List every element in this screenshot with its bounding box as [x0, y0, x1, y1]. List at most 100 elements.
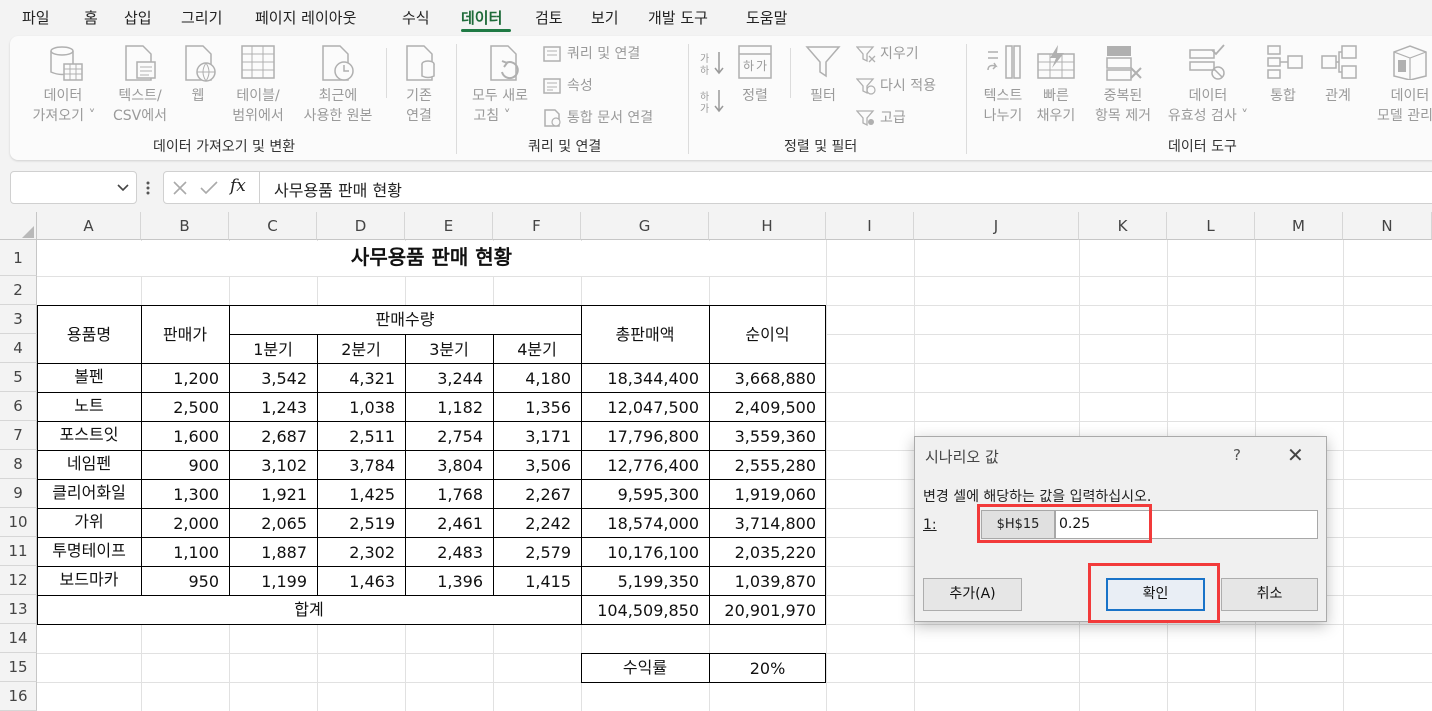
menu-page-layout[interactable]: 페이지 레이아웃: [255, 7, 356, 28]
cell-q4[interactable]: 3,506: [493, 451, 581, 480]
row-header-16[interactable]: 16: [0, 682, 37, 711]
cell-net-profit[interactable]: 3,668,880: [709, 364, 826, 393]
cell-q4[interactable]: 2,242: [493, 509, 581, 538]
cell-q3[interactable]: 3,244: [405, 364, 493, 393]
sheet-title[interactable]: 사무용품 판매 현황: [37, 243, 826, 272]
add-button[interactable]: 추가(A): [923, 578, 1022, 611]
cell-q4[interactable]: 4,180: [493, 364, 581, 393]
header-q4[interactable]: 4분기: [493, 335, 581, 364]
menu-draw[interactable]: 그리기: [181, 7, 222, 28]
cell-price[interactable]: 1,200: [141, 364, 229, 393]
sum-net-profit[interactable]: 20,901,970: [709, 596, 826, 625]
cell-item-name[interactable]: 포스트잇: [37, 420, 141, 449]
header-q2[interactable]: 2분기: [317, 335, 405, 364]
cell-price[interactable]: 2,000: [141, 509, 229, 538]
cell-total-sales[interactable]: 10,176,100: [581, 538, 709, 567]
column-header-b[interactable]: B: [141, 212, 229, 240]
sum-label[interactable]: 합계: [37, 595, 581, 624]
cell-q4[interactable]: 1,356: [493, 393, 581, 422]
menu-review[interactable]: 검토: [535, 7, 563, 28]
cell-q1[interactable]: 1,921: [229, 480, 317, 509]
profit-rate-label[interactable]: 수익률: [581, 653, 709, 682]
cell-item-name[interactable]: 클리어화일: [37, 478, 141, 507]
column-header-n[interactable]: N: [1343, 212, 1432, 240]
cell-q2[interactable]: 3,784: [317, 451, 405, 480]
cell-q3[interactable]: 2,483: [405, 538, 493, 567]
column-header-a[interactable]: A: [37, 212, 141, 240]
header-price[interactable]: 판매가: [141, 320, 229, 349]
cell-price[interactable]: 1,100: [141, 538, 229, 567]
row-header-14[interactable]: 14: [0, 624, 37, 653]
profit-rate-value[interactable]: 20%: [709, 654, 826, 683]
cell-item-name[interactable]: 투명테이프: [37, 536, 141, 565]
cell-item-name[interactable]: 노트: [37, 391, 141, 420]
confirm-formula-icon[interactable]: [200, 180, 218, 196]
cell-net-profit[interactable]: 2,555,280: [709, 451, 826, 480]
cell-total-sales[interactable]: 18,344,400: [581, 364, 709, 393]
cell-item-name[interactable]: 가위: [37, 507, 141, 536]
row-header-15[interactable]: 15: [0, 653, 37, 682]
cell-price[interactable]: 900: [141, 451, 229, 480]
cell-price[interactable]: 1,600: [141, 422, 229, 451]
select-all-corner[interactable]: [0, 212, 37, 240]
column-header-l[interactable]: L: [1167, 212, 1255, 240]
column-header-m[interactable]: M: [1255, 212, 1343, 240]
row-header-3[interactable]: 3: [0, 305, 37, 334]
cell-q2[interactable]: 4,321: [317, 364, 405, 393]
cell-q2[interactable]: 1,425: [317, 480, 405, 509]
cell-q4[interactable]: 1,415: [493, 567, 581, 596]
header-quantity[interactable]: 판매수량: [229, 305, 581, 334]
cell-q1[interactable]: 3,102: [229, 451, 317, 480]
row-header-11[interactable]: 11: [0, 537, 37, 566]
menu-file[interactable]: 파일: [22, 7, 50, 28]
chevron-down-icon[interactable]: [117, 183, 129, 193]
cell-total-sales[interactable]: 12,776,400: [581, 451, 709, 480]
row-header-5[interactable]: 5: [0, 363, 37, 392]
header-item-name[interactable]: 용품명: [37, 320, 141, 349]
column-header-f[interactable]: F: [493, 212, 581, 240]
cell-q3[interactable]: 1,768: [405, 480, 493, 509]
drag-handle-icon[interactable]: [145, 180, 151, 196]
cell-q3[interactable]: 2,754: [405, 422, 493, 451]
menu-formulas[interactable]: 수식: [402, 7, 430, 28]
column-header-k[interactable]: K: [1079, 212, 1167, 240]
cell-net-profit[interactable]: 3,714,800: [709, 509, 826, 538]
column-header-d[interactable]: D: [317, 212, 405, 240]
cell-q4[interactable]: 2,267: [493, 480, 581, 509]
column-header-h[interactable]: H: [709, 212, 826, 240]
cell-q1[interactable]: 1,243: [229, 393, 317, 422]
help-icon[interactable]: ?: [1233, 446, 1241, 464]
cell-q1[interactable]: 2,687: [229, 422, 317, 451]
row-header-4[interactable]: 4: [0, 334, 37, 363]
cell-q3[interactable]: 3,804: [405, 451, 493, 480]
column-header-g[interactable]: G: [581, 212, 709, 240]
menu-insert[interactable]: 삽입: [124, 7, 152, 28]
header-total-sales[interactable]: 총판매액: [581, 320, 709, 349]
cell-price[interactable]: 1,300: [141, 480, 229, 509]
name-box[interactable]: [10, 171, 137, 204]
cell-net-profit[interactable]: 1,039,870: [709, 567, 826, 596]
cell-q1[interactable]: 2,065: [229, 509, 317, 538]
menu-data[interactable]: 데이터: [461, 7, 502, 28]
cell-total-sales[interactable]: 9,595,300: [581, 480, 709, 509]
cell-net-profit[interactable]: 2,409,500: [709, 393, 826, 422]
cell-q2[interactable]: 1,463: [317, 567, 405, 596]
menu-help[interactable]: 도움말: [746, 7, 787, 28]
cell-q1[interactable]: 3,542: [229, 364, 317, 393]
sum-total-sales[interactable]: 104,509,850: [581, 596, 709, 625]
column-header-j[interactable]: J: [914, 212, 1079, 240]
cell-net-profit[interactable]: 1,919,060: [709, 480, 826, 509]
cancel-formula-icon[interactable]: [172, 180, 188, 196]
cell-q2[interactable]: 1,038: [317, 393, 405, 422]
cell-q2[interactable]: 2,511: [317, 422, 405, 451]
cell-price[interactable]: 2,500: [141, 393, 229, 422]
cell-q3[interactable]: 1,396: [405, 567, 493, 596]
menu-home[interactable]: 홈: [84, 7, 98, 28]
header-q3[interactable]: 3분기: [405, 335, 493, 364]
cell-q2[interactable]: 2,519: [317, 509, 405, 538]
cell-q1[interactable]: 1,887: [229, 538, 317, 567]
cell-price[interactable]: 950: [141, 567, 229, 596]
row-header-6[interactable]: 6: [0, 392, 37, 421]
formula-input[interactable]: 사무용품 판매 현황: [274, 177, 402, 201]
column-header-e[interactable]: E: [405, 212, 493, 240]
